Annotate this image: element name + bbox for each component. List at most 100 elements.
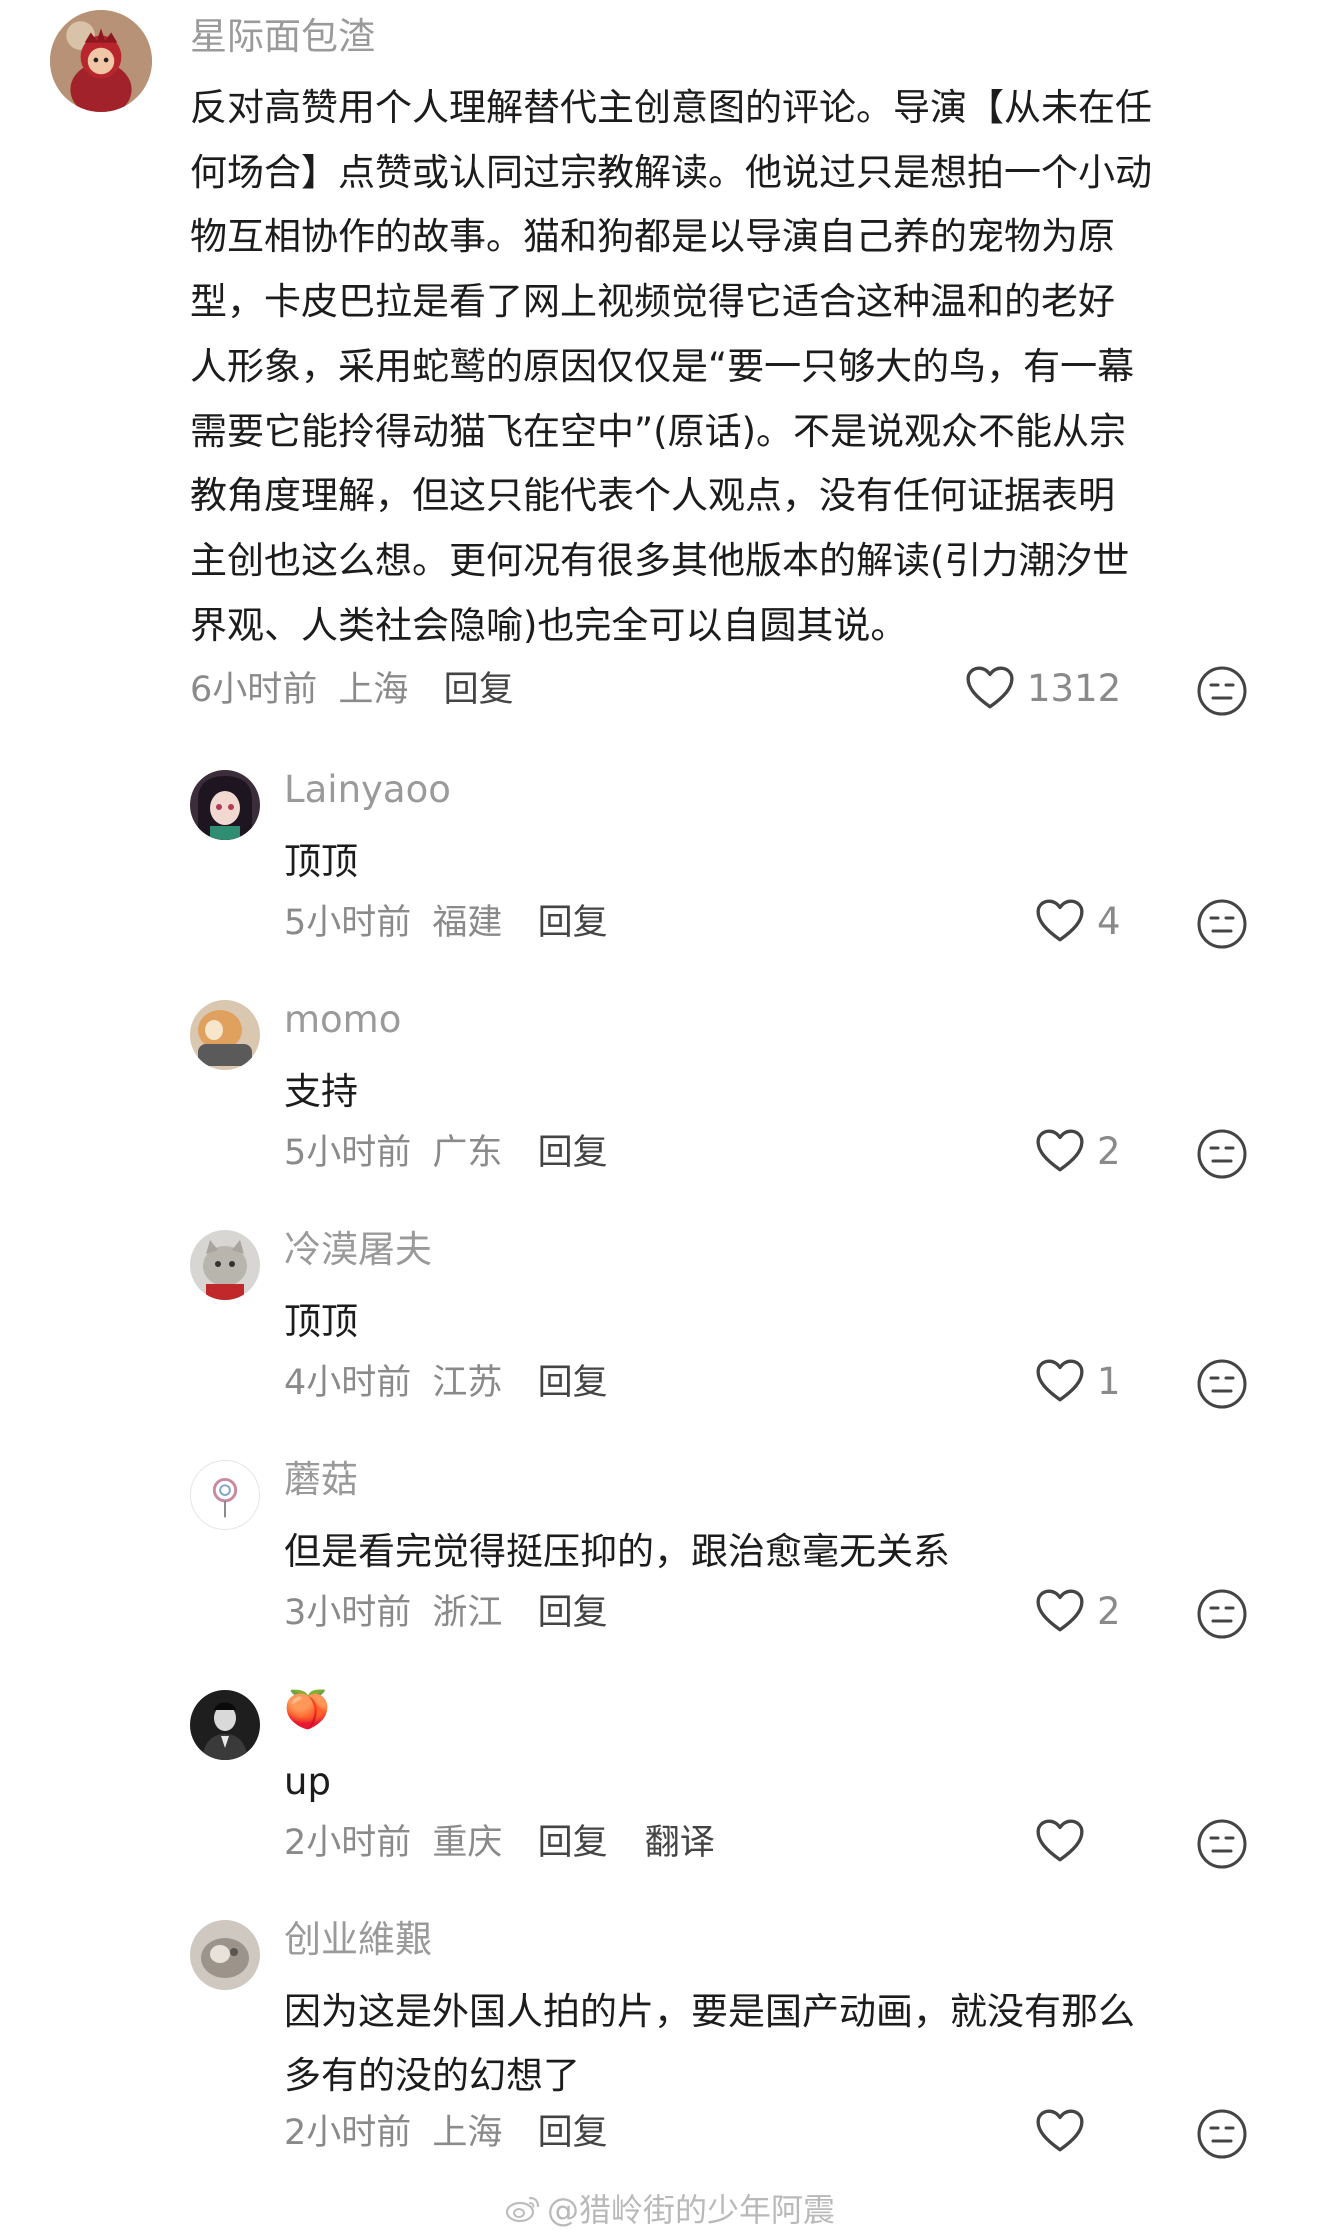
dislike-button[interactable] (1196, 1358, 1248, 1410)
heart-outline-icon (1036, 1129, 1084, 1172)
avatar-image (190, 1000, 260, 1070)
avatar-image (190, 1920, 260, 1990)
username[interactable]: 蘑菇 (284, 1455, 358, 1505)
comment-text: 因为这是外国人拍的片，要是国产动画，就没有那么 多有的没的幻想了 (284, 1980, 1264, 2108)
like-count: 4 (1097, 899, 1121, 943)
comment-meta: 5小时前 广东 回复 (284, 1128, 608, 1178)
comment-meta: 3小时前 浙江 回复 (284, 1588, 608, 1638)
comment-text-line: 多有的没的幻想了 (284, 2054, 580, 2097)
avatar[interactable] (190, 1690, 260, 1760)
reply-button[interactable]: 回复 (538, 1593, 608, 1633)
reply-comment: momo 支持 5小时前 广东 回复 2 (0, 980, 1320, 1210)
heart-outline-icon (1036, 2109, 1084, 2152)
avatar-image (191, 1461, 259, 1529)
location: 江苏 (432, 1363, 503, 1403)
comment-text-line: up (284, 1760, 331, 1803)
username[interactable]: 冷漠屠夫 (284, 1225, 432, 1275)
dislike-button[interactable] (1196, 665, 1248, 717)
avatar[interactable] (50, 10, 152, 112)
comment-text: up (284, 1750, 1264, 1814)
reply-button[interactable]: 回复 (538, 2113, 608, 2153)
reply-button[interactable]: 回复 (538, 1133, 608, 1173)
dislike-button[interactable] (1196, 2108, 1248, 2160)
like-button[interactable]: 2 (1035, 1128, 1121, 1174)
like-button[interactable] (1035, 1818, 1097, 1864)
like-count: 2 (1097, 1129, 1121, 1173)
like-count: 1312 (1027, 666, 1122, 710)
like-count: 1 (1097, 1359, 1121, 1403)
username[interactable]: momo (284, 995, 401, 1045)
comment-meta: 4小时前 江苏 回复 (284, 1358, 608, 1408)
location: 广东 (432, 1133, 503, 1173)
heart-outline-icon (1036, 899, 1084, 942)
comment-meta: 5小时前 福建 回复 (284, 898, 608, 948)
avatar-image (50, 10, 152, 112)
comment-text-line: 反对高赞用个人理解替代主创意图的评论。导演【从未在任 (190, 86, 1152, 129)
main-comment: 星际面包渣 反对高赞用个人理解替代主创意图的评论。导演【从未在任 何场合】点赞或… (0, 0, 1320, 740)
timestamp: 6小时前 (190, 670, 318, 710)
location: 上海 (432, 2113, 503, 2153)
reply-button[interactable]: 回复 (444, 670, 514, 710)
like-button[interactable]: 1312 (965, 665, 1121, 711)
neutral-face-icon (1197, 2109, 1247, 2159)
heart-outline-icon (1036, 1359, 1084, 1402)
reply-button[interactable]: 回复 (538, 903, 608, 943)
comment-text: 但是看完觉得挺压抑的，跟治愈毫无关系 (284, 1520, 1264, 1584)
neutral-face-icon (1197, 899, 1247, 949)
location: 福建 (432, 903, 503, 943)
avatar[interactable] (190, 1920, 260, 1990)
reply-comment: 蘑菇 但是看完觉得挺压抑的，跟治愈毫无关系 3小时前 浙江 回复 2 (0, 1440, 1320, 1670)
reply-comment: 🍑 up 2小时前 重庆 回复 翻译 (0, 1670, 1320, 1900)
like-button[interactable]: 2 (1035, 1588, 1121, 1634)
comment-text-line: 需要它能拎得动猫飞在空中”(原话)。不是说观众不能从宗 (190, 409, 1127, 453)
reply-button[interactable]: 回复 (538, 1823, 608, 1863)
like-button[interactable]: 4 (1035, 898, 1121, 944)
avatar-image (190, 770, 260, 840)
reply-button[interactable]: 回复 (538, 1363, 608, 1403)
username[interactable]: 创业維艱 (284, 1915, 432, 1965)
comment-meta: 2小时前 上海 回复 (284, 2108, 608, 2158)
like-button[interactable]: 1 (1035, 1358, 1121, 1404)
comment-meta: 2小时前 重庆 回复 翻译 (284, 1818, 715, 1868)
username[interactable]: Lainyaoo (284, 765, 451, 815)
dislike-button[interactable] (1196, 1818, 1248, 1870)
watermark: @猎岭街的少年阿震 (505, 2185, 835, 2231)
comment-text: 支持 (284, 1060, 1264, 1124)
heart-outline-icon (1036, 1819, 1084, 1862)
location: 重庆 (432, 1823, 503, 1863)
comment-text-line: 主创也这么想。更何况有很多其他版本的解读(引力潮汐世 (190, 538, 1130, 582)
heart-outline-icon (966, 666, 1014, 709)
avatar[interactable] (190, 770, 260, 840)
comment-text-line: 因为这是外国人拍的片，要是国产动画，就没有那么 (284, 1990, 1135, 2033)
timestamp: 3小时前 (284, 1593, 412, 1633)
comment-text-line: 教角度理解，但这只能代表个人观点，没有任何证据表明 (190, 474, 1115, 518)
timestamp: 2小时前 (284, 1823, 412, 1863)
comment-text-line: 支持 (284, 1070, 358, 1113)
username[interactable]: 星际面包渣 (190, 12, 375, 62)
dislike-button[interactable] (1196, 898, 1248, 950)
comment-text-line: 型，卡皮巴拉是看了网上视频觉得它适合这种温和的老好 (190, 280, 1115, 324)
comment-text-line: 顶顶 (284, 1300, 358, 1343)
dislike-button[interactable] (1196, 1128, 1248, 1180)
heart-outline-icon (1036, 1589, 1084, 1632)
avatar-image (190, 1230, 260, 1300)
avatar[interactable] (190, 1000, 260, 1070)
comment-text-line: 物互相协作的故事。猫和狗都是以导演自己养的宠物为原 (190, 215, 1115, 259)
dislike-button[interactable] (1196, 1588, 1248, 1640)
avatar[interactable] (190, 1230, 260, 1300)
translate-button[interactable]: 翻译 (645, 1823, 715, 1863)
timestamp: 5小时前 (284, 903, 412, 943)
avatar[interactable] (190, 1460, 260, 1530)
like-button[interactable] (1035, 2108, 1097, 2154)
like-count: 2 (1097, 1589, 1121, 1633)
comment-text-line: 人形象，采用蛇鹫的原因仅仅是“要一只够大的鸟，有一幕 (190, 344, 1135, 388)
comment-meta: 6小时前 上海 回复 (190, 665, 514, 715)
timestamp: 5小时前 (284, 1133, 412, 1173)
neutral-face-icon (1197, 1359, 1247, 1409)
neutral-face-icon (1197, 1129, 1247, 1179)
weibo-logo-icon (505, 2196, 540, 2223)
location: 浙江 (432, 1593, 503, 1633)
timestamp: 2小时前 (284, 2113, 412, 2153)
username[interactable]: 🍑 (284, 1685, 330, 1735)
comment-text: 顶顶 (284, 830, 1264, 894)
